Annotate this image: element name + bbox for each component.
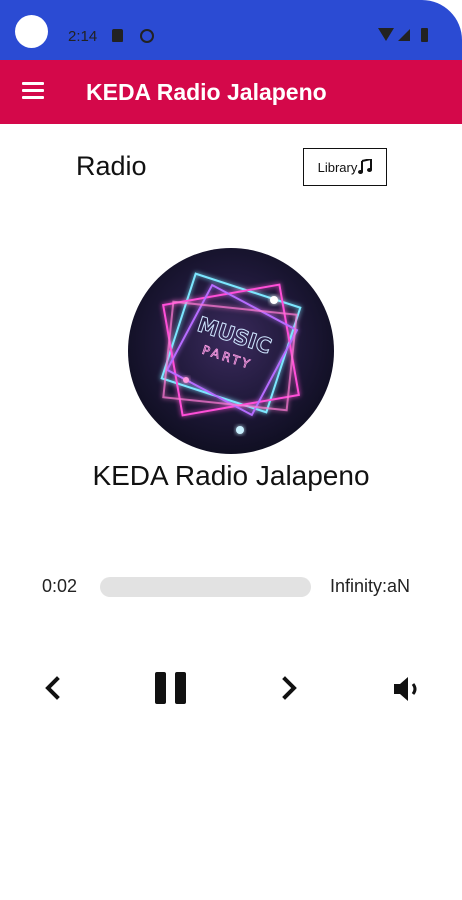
battery-icon — [421, 28, 428, 42]
pause-icon[interactable] — [153, 670, 189, 711]
total-time: Infinity:aN — [330, 576, 411, 596]
camera-cutout — [15, 15, 48, 48]
music-note-icon — [358, 159, 373, 175]
status-time: 2:14 — [68, 28, 98, 45]
hamburger-menu-icon[interactable] — [22, 82, 44, 100]
library-button-label: Library — [317, 159, 358, 175]
wifi-icon — [378, 28, 394, 41]
station-artwork: MUSIC PARTY — [128, 248, 334, 454]
station-name: KEDA Radio Jalapeno — [92, 460, 370, 491]
app-title: KEDA Radio Jalapeno — [86, 79, 327, 105]
progress-bar[interactable] — [100, 577, 311, 597]
previous-icon[interactable] — [42, 676, 62, 705]
sync-icon — [140, 29, 154, 43]
signal-icon — [398, 29, 410, 41]
volume-icon[interactable] — [392, 674, 424, 709]
library-button[interactable]: Library — [303, 148, 387, 186]
section-title: Radio — [76, 151, 147, 181]
next-icon[interactable] — [280, 676, 300, 705]
sd-card-icon — [112, 29, 123, 42]
status-bar: 2:14 — [0, 0, 462, 60]
current-time: 0:02 — [42, 576, 78, 596]
